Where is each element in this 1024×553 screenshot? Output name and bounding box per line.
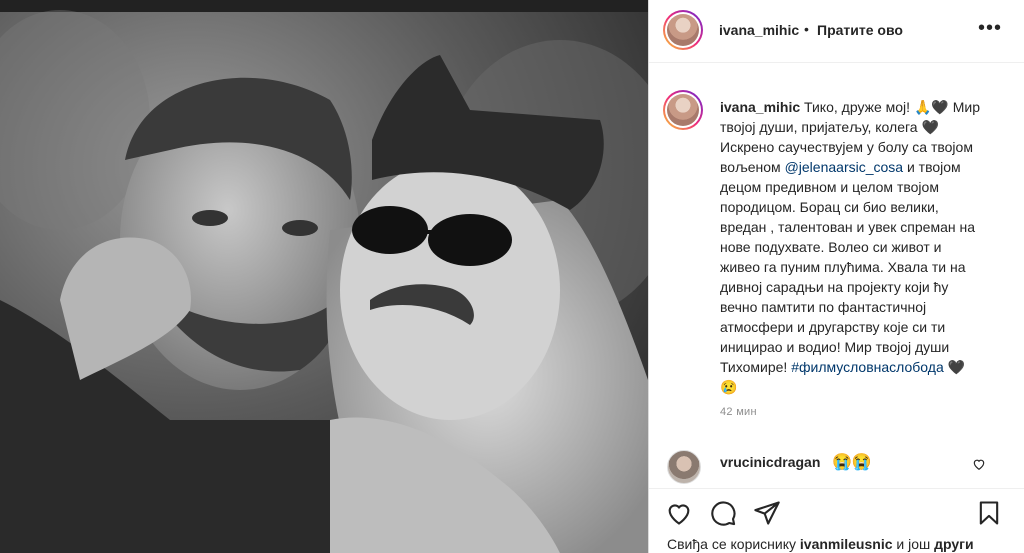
likes-suffix: и још [896, 536, 931, 552]
post-side-panel: ivana_mihic • Пратите ово ••• ivana_mihi… [649, 0, 1024, 553]
likes-others-link[interactable]: други [934, 536, 973, 552]
post-caption: ivana_mihic Тико, друже мој! 🙏🖤 Мир твој… [720, 97, 980, 397]
caption-mention-link[interactable]: @jelenaarsic_cosa [785, 159, 904, 175]
caption-username[interactable]: ivana_mihic [720, 99, 800, 115]
commenter-username[interactable]: vrucinicdragan [720, 454, 820, 470]
post-photo-image [0, 0, 648, 553]
comment-icon[interactable] [709, 499, 737, 527]
separator-dot: • [804, 21, 809, 37]
bookmark-icon[interactable] [975, 499, 1003, 527]
caption-area: ivana_mihic Тико, друже мој! 🙏🖤 Мир твој… [649, 62, 1024, 432]
commenter-avatar[interactable] [667, 450, 701, 484]
post-actions-bar [649, 488, 1024, 539]
post-photo[interactable] [0, 0, 648, 553]
likes-user-link[interactable]: ivanmileusnic [800, 536, 893, 552]
author-username[interactable]: ivana_mihic [719, 22, 799, 38]
caption-text-part: и твојом децом предивном и целом твојом … [720, 159, 976, 375]
caption-emoji: 🙏🖤 [913, 99, 949, 115]
follow-button[interactable]: Пратите ово [817, 22, 903, 38]
caption-hashtag-link[interactable]: #филмусловнаслобода [791, 359, 944, 375]
comment-row: vrucinicdragan 😭😭 [649, 448, 1024, 484]
heart-icon[interactable] [665, 499, 693, 527]
share-icon[interactable] [753, 499, 781, 527]
author-avatar[interactable] [663, 10, 703, 50]
likes-prefix: Свиђа се кориснику [667, 536, 797, 552]
likes-summary: Свиђа се кориснику ivanmileusnic и још д… [667, 536, 974, 552]
more-options-icon[interactable]: ••• [975, 18, 1005, 42]
caption-author-avatar[interactable] [663, 90, 703, 130]
comment-like-icon[interactable] [972, 457, 986, 471]
caption-text-part: Тико, друже мој! [804, 99, 911, 115]
caption-timestamp[interactable]: 42 мин [720, 406, 757, 418]
comment-text: 😭😭 [832, 454, 872, 471]
caption-emoji: 🖤 [921, 119, 939, 135]
post-header: ivana_mihic • Пратите ово ••• [649, 0, 1024, 63]
